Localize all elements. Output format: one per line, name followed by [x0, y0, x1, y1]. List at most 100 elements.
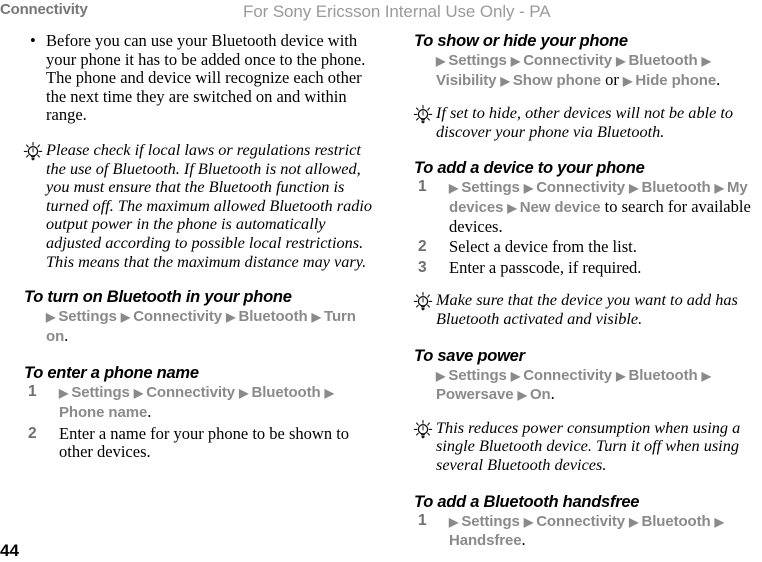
menu-item-label[interactable]: Bluetooth [641, 513, 714, 530]
menu-item-label[interactable]: Settings [71, 384, 133, 401]
menu-arrow-icon: ▶ [133, 386, 147, 401]
menu-item-label[interactable]: Settings [58, 308, 120, 325]
menu-item-label[interactable]: Connectivity [146, 384, 239, 401]
watermark-text: For Sony Ericsson Internal Use Only - PA [243, 2, 551, 21]
menu-arrow-icon: ▶ [507, 200, 520, 215]
step-number: 3 [418, 258, 427, 276]
step-number: 1 [28, 383, 37, 401]
menu-arrow-icon: ▶ [436, 54, 449, 68]
menu-arrow-icon: ▶ [510, 368, 524, 383]
menu-arrow-icon: ▶ [59, 386, 72, 401]
menu-item-label[interactable]: Bluetooth [238, 308, 311, 325]
menu-path-phone-name[interactable]: ▶ Settings ▶ Connectivity ▶ Bluetooth ▶ … [59, 384, 334, 421]
menu-arrow-icon: ▶ [616, 368, 629, 383]
steps-list-phone-name: 1 ▶ Settings ▶ Connectivity ▶ Bluetooth … [24, 383, 380, 461]
step-number: 1 [418, 178, 427, 196]
menu-item-label[interactable]: Show phone [513, 72, 601, 89]
step-item: 2 Select a device from the list. [414, 237, 762, 257]
menu-arrow-icon: ▶ [120, 310, 134, 325]
lightbulb-icon [412, 105, 434, 125]
menu-item-label[interactable]: Settings [448, 367, 510, 384]
menu-item-label[interactable]: Bluetooth [251, 384, 324, 401]
note-device-activated-text: Make sure that the device you want to ad… [436, 290, 738, 328]
step-item: 1 ▶ Settings ▶ Connectivity ▶ Bluetooth … [24, 383, 380, 422]
step-text: Enter a passcode, if required. [449, 257, 642, 277]
step-number: 1 [418, 511, 427, 529]
section-heading: To add a device to your phone [414, 159, 645, 178]
menu-item-label[interactable]: Connectivity [523, 367, 616, 384]
menu-item-label[interactable]: Settings [461, 179, 523, 196]
menu-arrow-icon: ▶ [510, 54, 524, 68]
menu-arrow-icon: ▶ [46, 310, 59, 325]
lightbulb-icon [412, 292, 434, 312]
menu-arrow-icon: ▶ [629, 181, 642, 196]
path-terminator: . [550, 384, 555, 404]
section-show-hide-phone: To show or hide your phone ▶ Settings ▶ … [414, 32, 762, 90]
menu-arrow-icon: ▶ [226, 310, 239, 325]
menu-path-fragments-b[interactable]: ▶ Hide phone [623, 72, 716, 89]
section-add-device: To add a device to your phone 1 ▶ Settin… [414, 159, 762, 277]
section-enter-phone-name: To enter a phone name 1 ▶ Settings ▶ Con… [24, 364, 380, 461]
steps-list-handsfree: 1 ▶ Settings ▶ Connectivity ▶ Bluetooth … [414, 512, 762, 551]
section-heading: To enter a phone name [24, 364, 199, 383]
menu-path-fragments[interactable]: ▶ Settings ▶ Connectivity ▶ Bluetooth ▶ … [46, 308, 356, 345]
step-number: 2 [418, 238, 427, 256]
page-number: 44 [0, 541, 19, 560]
section-heading: To show or hide your phone [414, 32, 628, 50]
path-conjunction: or [601, 69, 624, 89]
bullet-glyph: • [30, 31, 36, 50]
menu-item-label[interactable]: New device [520, 199, 601, 216]
menu-arrow-icon: ▶ [449, 514, 462, 529]
menu-path-handsfree[interactable]: ▶ Settings ▶ Connectivity ▶ Bluetooth ▶ … [449, 513, 724, 550]
note-local-laws-text: Please check if local laws or regulation… [46, 139, 373, 271]
menu-path-turn-on: ▶ Settings ▶ Connectivity ▶ Bluetooth ▶ … [24, 307, 380, 346]
section-heading: To add a Bluetooth handsfree [414, 492, 640, 511]
menu-item-label[interactable]: Bluetooth [628, 52, 701, 69]
bullet-paragraph: • Before you can use your Bluetooth devi… [24, 31, 380, 125]
step-item: 3 Enter a passcode, if required. [414, 257, 762, 278]
menu-arrow-icon: ▶ [623, 73, 636, 88]
step-item: 1 ▶ Settings ▶ Connectivity ▶ Bluetooth … [414, 512, 762, 551]
menu-item-label[interactable]: Bluetooth [641, 179, 714, 196]
menu-arrow-icon: ▶ [701, 368, 711, 383]
path-terminator: . [64, 325, 69, 345]
menu-item-label[interactable]: Powersave [436, 386, 518, 403]
note-hide-visibility-text: If set to hide, other devices will not b… [436, 103, 734, 141]
menu-arrow-icon: ▶ [701, 54, 711, 68]
menu-arrow-icon: ▶ [324, 386, 334, 401]
path-terminator: . [716, 69, 721, 89]
menu-path-save-power: ▶ Settings ▶ Connectivity ▶ Bluetooth ▶ … [414, 366, 762, 405]
path-terminator: . [521, 530, 526, 550]
lightbulb-icon [22, 142, 44, 162]
menu-arrow-icon: ▶ [517, 388, 530, 403]
menu-arrow-icon: ▶ [714, 181, 727, 196]
menu-item-label[interactable]: Bluetooth [628, 367, 701, 384]
steps-list-add-device: 1 ▶ Settings ▶ Connectivity ▶ Bluetooth … [414, 178, 762, 277]
section-heading: To save power [414, 346, 525, 365]
menu-item-label[interactable]: Handsfree [449, 532, 522, 549]
menu-arrow-icon: ▶ [500, 73, 513, 88]
note-power-consumption-text: This reduces power consumption when usin… [436, 417, 741, 474]
step-text: Select a device from the list. [449, 237, 637, 257]
menu-item-label[interactable]: On [530, 386, 551, 403]
section-heading: To turn on Bluetooth in your phone [24, 288, 292, 307]
menu-item-label[interactable]: Phone name [59, 404, 147, 421]
menu-item-label[interactable]: Connectivity [536, 179, 629, 196]
running-head: Connectivity [0, 1, 88, 18]
section-add-handsfree: To add a Bluetooth handsfree 1 ▶ Setting… [414, 493, 762, 551]
menu-item-label[interactable]: Settings [461, 513, 523, 530]
menu-arrow-icon: ▶ [616, 54, 629, 68]
section-save-power: To save power ▶ Settings ▶ Connectivity … [414, 347, 762, 405]
menu-item-label[interactable]: Visibility [436, 72, 500, 89]
menu-arrow-icon: ▶ [239, 386, 252, 401]
menu-path-fragments[interactable]: ▶ Settings ▶ Connectivity ▶ Bluetooth ▶ … [436, 367, 711, 404]
menu-arrow-icon: ▶ [714, 514, 724, 529]
menu-item-label[interactable]: Settings [448, 52, 510, 69]
menu-item-label[interactable]: Hide phone [635, 72, 716, 89]
step-item: 1 ▶ Settings ▶ Connectivity ▶ Bluetooth … [414, 178, 762, 236]
menu-item-label[interactable]: Connectivity [133, 308, 226, 325]
right-column: To show or hide your phone ▶ Settings ▶ … [412, 30, 762, 551]
menu-item-label[interactable]: Connectivity [523, 52, 616, 69]
note-power-consumption: This reduces power consumption when usin… [413, 417, 762, 475]
menu-item-label[interactable]: Connectivity [536, 513, 629, 530]
